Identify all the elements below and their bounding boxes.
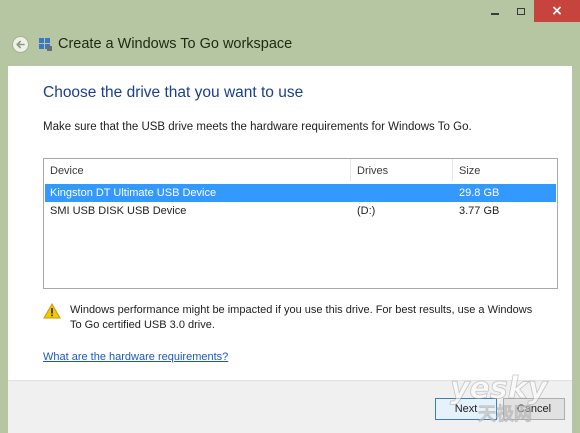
next-button[interactable]: Next [435,398,497,420]
column-header-device[interactable]: Device [50,165,84,177]
minimize-icon [491,13,499,15]
wizard-header: Create a Windows To Go workspace [0,22,580,66]
close-button[interactable]: × [534,0,580,22]
column-divider[interactable] [350,159,351,181]
hardware-requirements-link[interactable]: What are the hardware requirements? [43,351,228,363]
drive-list-header: Device Drives Size [44,159,557,183]
caption-buttons: × [482,0,580,22]
drive-row-kingston[interactable]: Kingston DT Ultimate USB Device 29.8 GB [45,184,556,202]
drive-letter: (D:) [357,205,376,217]
wizard-window: × Create a Windows To Go workspace Choos… [0,0,580,433]
back-arrow-icon [16,40,25,48]
column-divider[interactable] [452,159,453,181]
drive-size: 3.77 GB [459,205,500,217]
wizard-footer: Next Cancel [8,380,572,433]
close-icon: × [551,3,563,19]
instruction-text: Make sure that the USB drive meets the h… [43,121,472,133]
performance-warning: Windows performance might be impacted if… [43,303,543,337]
column-header-size[interactable]: Size [459,165,480,177]
column-header-drives[interactable]: Drives [357,165,388,177]
warning-text: Windows performance might be impacted if… [70,304,533,331]
drive-size: 29.8 GB [459,187,500,199]
minimize-button[interactable] [482,0,508,22]
maximize-button[interactable] [508,0,534,22]
windows-to-go-icon [39,38,52,51]
warning-triangle-icon [43,303,61,319]
drive-device-name: Kingston DT Ultimate USB Device [50,187,217,199]
maximize-icon [517,7,525,15]
cancel-button[interactable]: Cancel [503,398,565,420]
wizard-content: Choose the drive that you want to use Ma… [8,66,572,433]
page-title: Choose the drive that you want to use [43,84,304,101]
drive-list[interactable]: Device Drives Size Kingston DT Ultimate … [43,158,558,289]
back-button[interactable] [12,35,29,53]
window-title: Create a Windows To Go workspace [58,36,293,52]
drive-row-smi[interactable]: SMI USB DISK USB Device (D:) 3.77 GB [45,202,556,220]
drive-device-name: SMI USB DISK USB Device [50,205,187,217]
